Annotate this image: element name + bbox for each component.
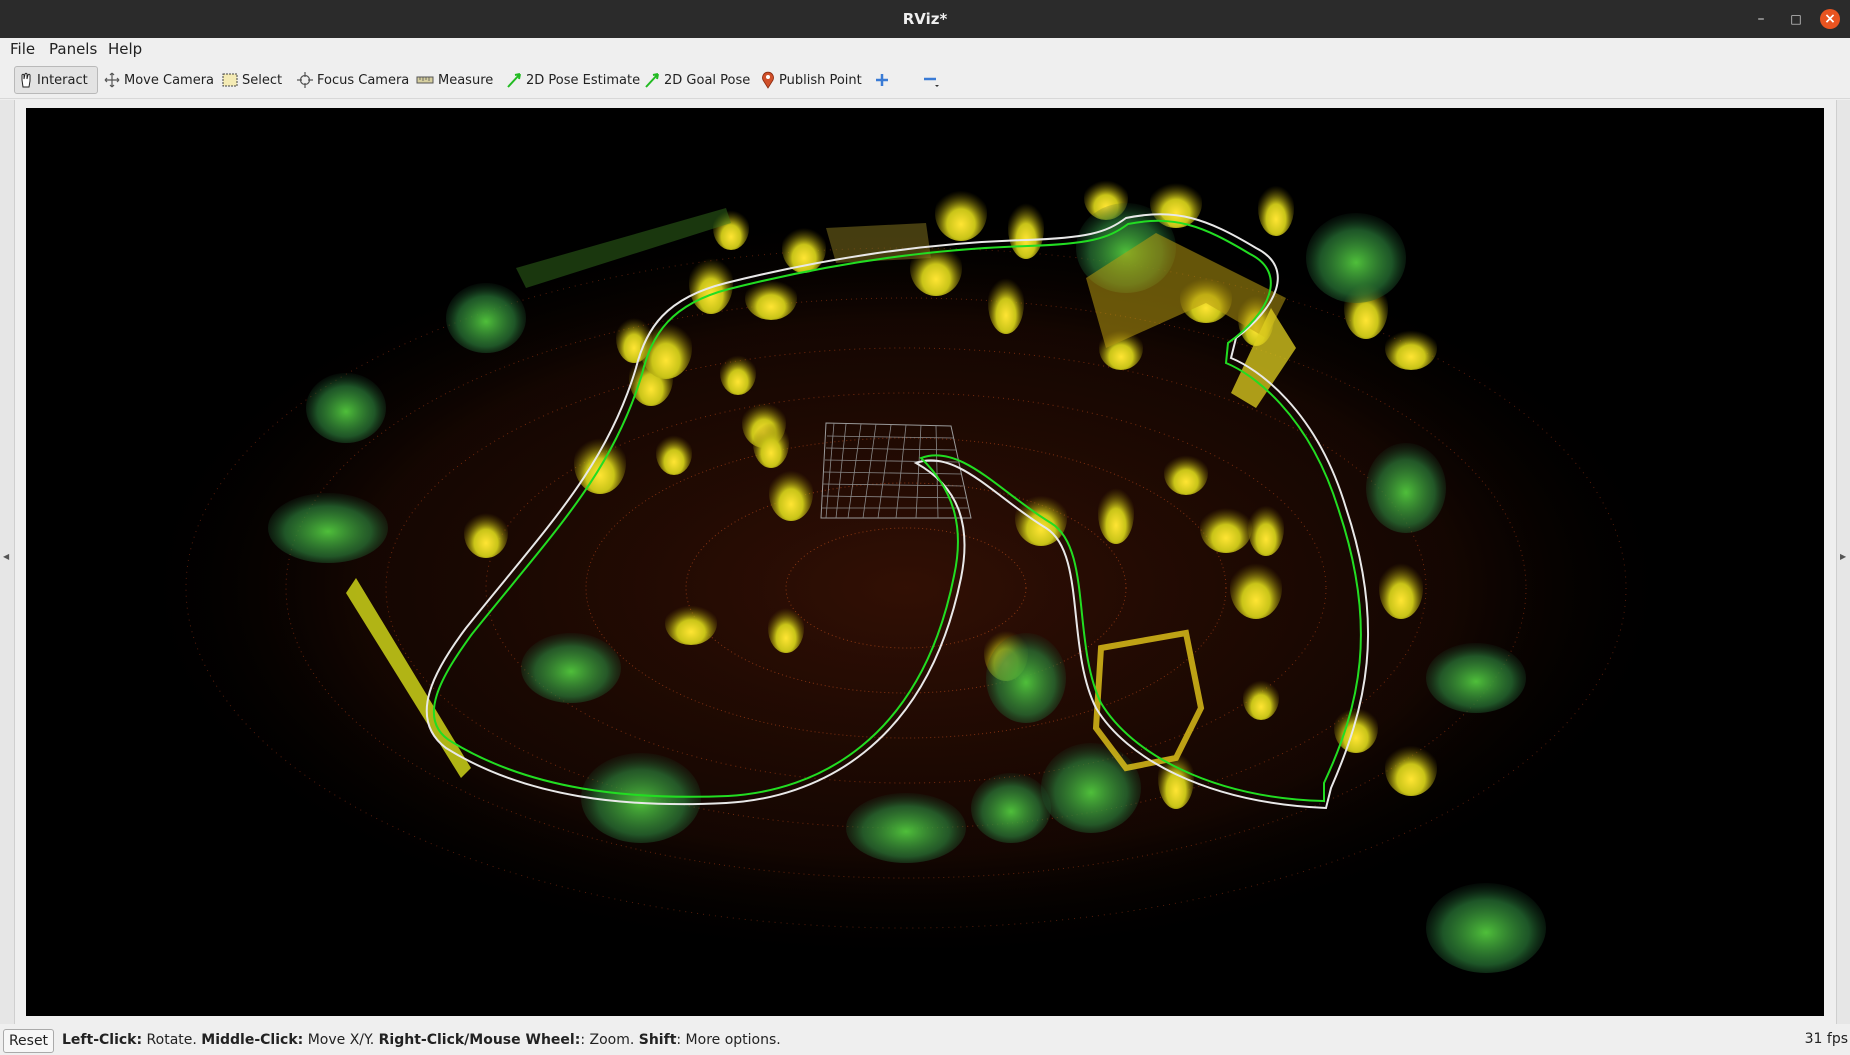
tree-cluster xyxy=(769,465,813,521)
bush-cluster xyxy=(1426,643,1526,713)
tree-cluster xyxy=(464,508,508,558)
tree-cluster xyxy=(1008,197,1044,259)
tree-cluster xyxy=(753,418,789,468)
plus-icon xyxy=(876,74,888,86)
move-camera-label: Move Camera xyxy=(124,72,215,88)
tree-cluster xyxy=(574,432,626,494)
focus-camera-label: Focus Camera xyxy=(317,72,410,88)
reset-button[interactable]: Reset xyxy=(3,1029,54,1053)
bush-cluster xyxy=(1306,213,1406,303)
tree-cluster xyxy=(768,603,804,653)
green-arrow-icon xyxy=(507,73,521,88)
green-arrow-icon xyxy=(645,73,659,88)
hint-right-key: Right-Click/Mouse Wheel: xyxy=(378,1032,581,1048)
hand-icon xyxy=(21,72,31,88)
tool-bar: Interact Move Camera Select Focus Camera… xyxy=(0,62,1850,99)
expand-right-icon: ▶ xyxy=(1840,552,1847,561)
close-icon[interactable]: × xyxy=(1820,9,1840,29)
hint-middle-val: Move X/Y. xyxy=(303,1032,379,1048)
bush-cluster xyxy=(986,633,1066,723)
bush-cluster xyxy=(446,283,526,353)
pose-estimate-label: 2D Pose Estimate xyxy=(526,72,641,88)
minus-icon xyxy=(924,77,939,87)
tree-cluster xyxy=(988,272,1024,334)
tree-cluster xyxy=(1258,180,1294,236)
tree-cluster xyxy=(1230,557,1282,619)
tree-cluster xyxy=(1379,557,1423,619)
tree-cluster xyxy=(720,351,756,395)
tree-cluster xyxy=(640,317,692,379)
bush-cluster xyxy=(521,633,621,703)
focus-camera-tool-button[interactable]: Focus Camera xyxy=(293,66,413,94)
right-dock-handle[interactable]: ▶ xyxy=(1836,100,1850,1024)
map-pin-icon xyxy=(762,71,774,89)
menu-bar: File Panels Help xyxy=(0,38,1850,62)
measure-tool-button[interactable]: Measure xyxy=(412,66,497,94)
bush-cluster xyxy=(1426,883,1546,973)
publish-point-tool-button[interactable]: Publish Point xyxy=(757,66,866,94)
tree-cluster xyxy=(1015,490,1067,546)
select-box-icon xyxy=(222,73,238,87)
remove-tool-button[interactable] xyxy=(918,66,950,94)
window-title: RViz* xyxy=(902,10,948,28)
hint-shift-key: Shift xyxy=(638,1032,677,1048)
bush-cluster xyxy=(971,773,1051,843)
3d-render-viewport[interactable] xyxy=(26,108,1824,1016)
expand-left-icon: ◀ xyxy=(3,552,10,561)
interact-label: Interact xyxy=(37,72,88,88)
hint-shift-val: : More options. xyxy=(676,1032,781,1048)
menu-file[interactable]: File xyxy=(10,40,35,58)
hint-left-val: Rotate. xyxy=(142,1032,202,1048)
bush-cluster xyxy=(581,753,701,843)
interact-tool-button[interactable]: Interact xyxy=(14,66,98,94)
minimize-icon[interactable]: – xyxy=(1751,9,1771,29)
bush-cluster xyxy=(268,493,388,563)
hint-left-key: Left-Click: xyxy=(62,1032,143,1048)
move-arrows-icon xyxy=(104,72,120,88)
crosshair-icon xyxy=(297,72,313,88)
title-bar: RViz* – □ × xyxy=(0,0,1850,38)
tree-cluster xyxy=(1385,326,1437,370)
bush-cluster xyxy=(846,793,966,863)
fps-counter: 31 fps xyxy=(1804,1031,1848,1047)
bush-cluster xyxy=(306,373,386,443)
hint-middle-key: Middle-Click: xyxy=(201,1032,304,1048)
publish-point-label: Publish Point xyxy=(779,72,862,88)
goal-pose-tool-button[interactable]: 2D Goal Pose xyxy=(640,66,754,94)
menu-help[interactable]: Help xyxy=(108,40,142,58)
navigation-hint: Left-Click: Rotate. Middle-Click: Move X… xyxy=(62,1032,781,1048)
tree-cluster xyxy=(1243,676,1279,720)
tree-cluster xyxy=(1385,740,1437,796)
tree-cluster xyxy=(1164,451,1208,495)
tree-cluster xyxy=(656,431,692,475)
tree-cluster xyxy=(1248,500,1284,556)
ruler-icon xyxy=(416,76,434,84)
menu-panels[interactable]: Panels xyxy=(49,40,97,58)
add-tool-button[interactable] xyxy=(870,66,898,94)
move-camera-tool-button[interactable]: Move Camera xyxy=(100,66,218,94)
status-bar: Reset Left-Click: Rotate. Middle-Click: … xyxy=(0,1026,1850,1055)
bush-cluster xyxy=(1041,743,1141,833)
select-tool-button[interactable]: Select xyxy=(218,66,286,94)
bush-cluster xyxy=(1366,443,1446,533)
select-label: Select xyxy=(242,72,283,88)
maximize-icon[interactable]: □ xyxy=(1786,9,1806,29)
tree-cluster xyxy=(935,185,987,241)
tree-cluster xyxy=(1098,482,1134,544)
tree-cluster xyxy=(1200,503,1252,553)
hint-right-val: : Zoom. xyxy=(580,1032,639,1048)
pose-estimate-tool-button[interactable]: 2D Pose Estimate xyxy=(502,66,644,94)
point-cloud-scene xyxy=(126,176,1686,973)
goal-pose-label: 2D Goal Pose xyxy=(664,72,751,88)
measure-label: Measure xyxy=(438,72,494,88)
left-dock-handle[interactable]: ◀ xyxy=(0,100,15,1024)
tree-cluster xyxy=(665,601,717,645)
